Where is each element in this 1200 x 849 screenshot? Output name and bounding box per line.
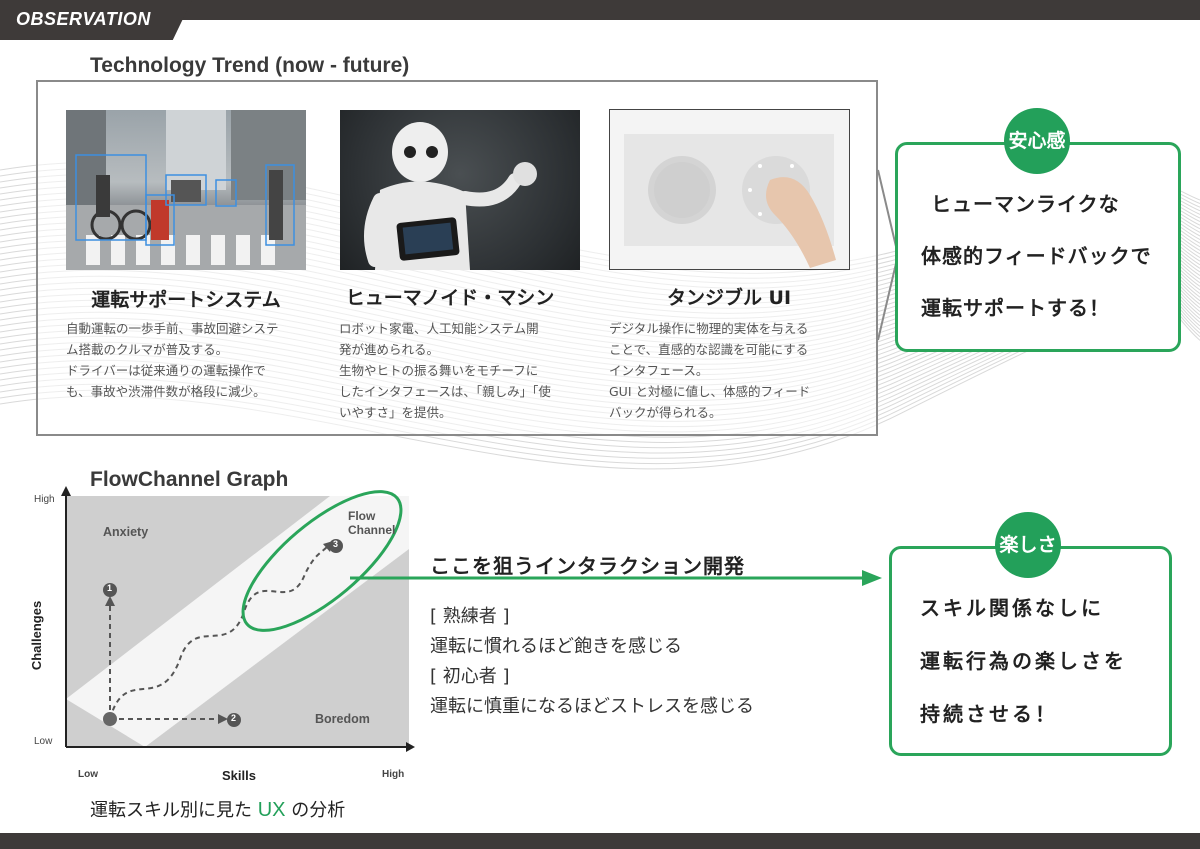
beginner-text: 運転に慎重になるほどストレスを感じる: [430, 696, 754, 717]
beginner-label: [ 初心者 ]: [430, 666, 510, 687]
flow-channel-label-2: Channel: [348, 523, 396, 537]
anxiety-label: Anxiety: [103, 525, 149, 539]
street-photo: [66, 110, 306, 270]
callout-safety-line-1: ヒューマンライクな: [931, 192, 1120, 216]
callout-safety-line-3: 運転サポートする！: [921, 296, 1110, 320]
callout-fun-line-2: 運転行為の楽しさを: [920, 649, 1127, 673]
robot-photo: [340, 110, 580, 270]
trend-title: Technology Trend (now - future): [90, 54, 410, 77]
callout-fun-line-1: スキル関係なしに: [920, 596, 1104, 620]
point-1-label: 1: [107, 583, 113, 593]
point-3-label: 3: [333, 539, 339, 549]
expert-label: [ 熟練者 ]: [430, 606, 510, 627]
callout-safety-line-2: 体感的フィードバックで: [921, 244, 1152, 268]
card-title-humanoid: ヒューマノイド・マシン: [345, 287, 555, 309]
y-high-label: High: [34, 494, 55, 505]
caption-pre: 運転スキル別に見た: [90, 800, 252, 821]
x-high-label: High: [382, 769, 405, 780]
card-text-humanoid: ロボット家電、人工知能システム開 発が進められる。 生物やヒトの振る舞いをモチー…: [339, 321, 551, 420]
point-2-label: 2: [231, 713, 237, 723]
tangible-ui-photo: [609, 109, 850, 270]
card-text-tangible-ui: デジタル操作に物理的実体を与える ことで、直感的な認識を可能にする インタフェー…: [609, 321, 811, 420]
caption-post: の分析: [291, 800, 346, 821]
caption-ux: UX: [257, 799, 286, 821]
badge-safety: 安心感: [1004, 108, 1070, 174]
y-low-label: Low: [34, 736, 53, 747]
footer-bar: [0, 833, 1200, 849]
graph-caption: 運転スキル別に見た UX の分析: [90, 796, 345, 822]
section-tag-label: OBSERVATION: [16, 9, 151, 29]
card-title-tangible-ui: タンジブル UI: [666, 287, 792, 309]
x-low-label: Low: [78, 769, 98, 780]
target-heading: ここを狙うインタラクション開発: [430, 554, 745, 578]
section-tag: OBSERVATION: [0, 0, 192, 40]
boredom-label: Boredom: [315, 712, 370, 726]
callout-fun-line-3: 持続させる！: [920, 702, 1058, 726]
card-title-driving-support: 運転サポートシステム: [91, 289, 281, 311]
card-text-driving-support: 自動運転の一歩手前、事故回避システ ム搭載のクルマが普及する。 ドライバーは従来…: [66, 321, 279, 399]
flow-channel-label-1: Flow: [348, 509, 376, 523]
expert-text: 運転に慣れるほど飽きを感じる: [430, 636, 682, 657]
x-axis-label: Skills: [222, 768, 256, 783]
badge-fun: 楽しさ: [995, 512, 1061, 578]
y-axis-label: Challenges: [29, 600, 45, 671]
